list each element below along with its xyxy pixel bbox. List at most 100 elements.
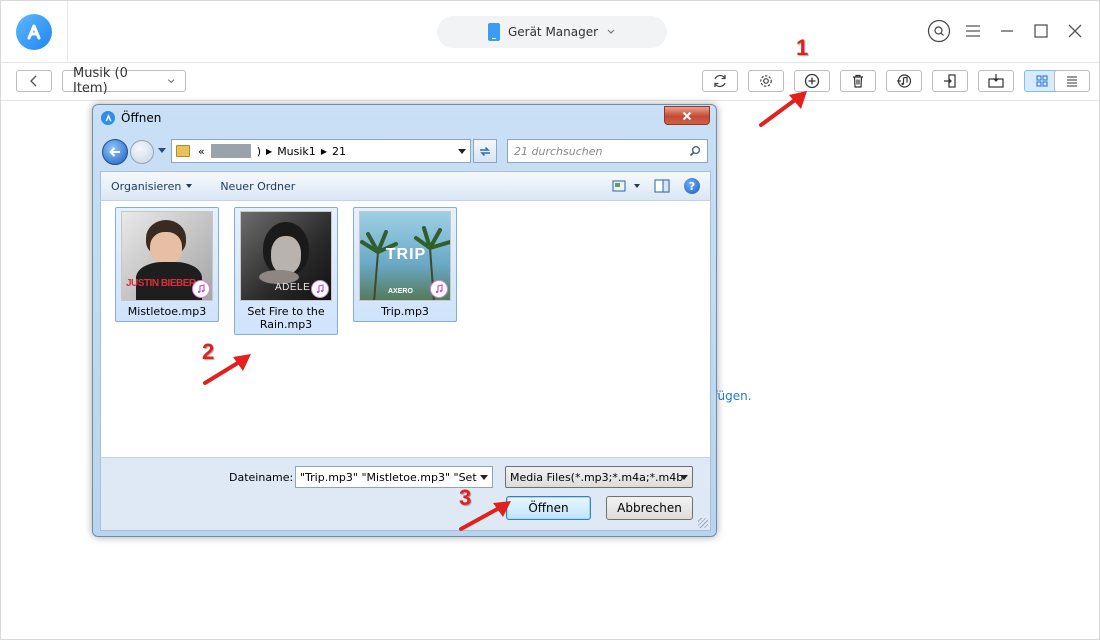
music-note-icon: [430, 280, 448, 298]
download-to-computer-icon: [988, 74, 1004, 88]
file-item-trip[interactable]: TRIP AXERO Trip.mp3: [353, 207, 457, 322]
organize-label: Organisieren: [111, 179, 182, 193]
folder-icon: [176, 145, 190, 157]
recent-locations-dropdown[interactable]: [158, 148, 166, 153]
close-icon: [1068, 24, 1082, 38]
close-window-button[interactable]: [1063, 19, 1087, 43]
open-button[interactable]: Öffnen: [506, 496, 591, 520]
trash-icon: [853, 74, 863, 88]
caret-down-icon: [186, 184, 193, 188]
close-icon: [682, 111, 692, 120]
music-note-circle-icon: [897, 74, 912, 88]
preview-pane-icon[interactable]: [654, 179, 670, 193]
anytrans-logo-icon: [16, 14, 52, 50]
maximize-button[interactable]: [1029, 19, 1053, 43]
search-placeholder: 21 durchsuchen: [514, 144, 603, 158]
album-art-thumbnail: TRIP AXERO: [359, 211, 451, 301]
address-refresh-button[interactable]: [473, 139, 497, 163]
search-icon: [689, 145, 701, 157]
phone-icon: [487, 23, 500, 41]
breadcrumb-separator-icon[interactable]: ▶: [321, 147, 327, 156]
organize-menu[interactable]: Organisieren: [101, 180, 206, 193]
chevron-down-icon: [607, 29, 615, 34]
music-note-icon: [311, 280, 329, 298]
window-controls: [927, 19, 1087, 43]
new-folder-label: Neuer Ordner: [220, 179, 296, 193]
new-folder-button[interactable]: Neuer Ordner: [206, 180, 309, 193]
address-overflow[interactable]: «: [198, 145, 205, 158]
help-icon[interactable]: ?: [684, 178, 700, 194]
nav-back-button[interactable]: [102, 139, 128, 165]
filename-value: "Trip.mp3" "Mistletoe.mp3" "Set: [300, 471, 477, 484]
anytrans-logo-icon: [101, 111, 115, 125]
back-button[interactable]: [16, 70, 52, 92]
file-type-filter[interactable]: Media Files(*.mp3;*.m4a;*.m4b: [505, 466, 693, 488]
file-type-value: Media Files(*.mp3;*.m4a;*.m4b: [510, 471, 684, 484]
redacted-path: [210, 144, 251, 158]
category-selector[interactable]: Musik (0 Item): [62, 66, 186, 96]
command-bar-right: ?: [612, 178, 710, 194]
dialog-footer: Dateiname: "Trip.mp3" "Mistletoe.mp3" "S…: [100, 457, 711, 531]
device-manager-selector[interactable]: Gerät Manager: [437, 16, 667, 48]
open-file-dialog: Öffnen « ) ▶ Musik1 ▶ 21 21 durchsuchen …: [92, 104, 717, 537]
import-to-device-button[interactable]: [932, 70, 968, 92]
address-dropdown[interactable]: [458, 148, 466, 154]
album-art-text: JUSTIN BIEBER: [126, 278, 196, 289]
import-icon: [944, 74, 956, 88]
file-type-dropdown[interactable]: [680, 475, 688, 480]
refresh-button[interactable]: [702, 70, 738, 92]
ringtone-button[interactable]: [886, 70, 922, 92]
chevron-down-icon: [167, 78, 174, 83]
filename-dropdown[interactable]: [480, 475, 488, 480]
dialog-close-button[interactable]: [664, 106, 710, 125]
list-view-icon: [1067, 76, 1077, 87]
device-selector-label: Gerät Manager: [507, 25, 599, 39]
change-view-button[interactable]: [612, 180, 640, 192]
file-item-set-fire-to-the-rain[interactable]: ADELE Set Fire to the Rain.mp3: [234, 207, 338, 335]
breadcrumb-musik1[interactable]: Musik1: [277, 145, 316, 158]
delete-button[interactable]: [840, 70, 876, 92]
grid-view-icon: [1036, 75, 1048, 87]
dialog-title-bar: Öffnen: [101, 111, 161, 125]
cancel-button[interactable]: Abbrechen: [606, 496, 693, 520]
breadcrumb-separator-icon[interactable]: ▶: [266, 147, 272, 156]
breadcrumb-21[interactable]: 21: [332, 145, 346, 158]
album-art-text: TRIP: [385, 246, 427, 263]
menu-button[interactable]: [961, 19, 985, 43]
file-name: Trip.mp3: [381, 305, 429, 318]
hamburger-menu-icon: [966, 25, 980, 37]
filename-label: Dateiname:: [229, 471, 294, 484]
app-logo: [1, 1, 68, 63]
folder-search-input[interactable]: 21 durchsuchen: [507, 139, 708, 163]
navigation-bar: « ) ▶ Musik1 ▶ 21 21 durchsuchen: [100, 136, 711, 166]
arrow-right-icon: [138, 147, 148, 157]
minimize-icon: [1001, 30, 1013, 32]
search-button[interactable]: [927, 19, 951, 43]
album-art-subtext: AXERO: [388, 288, 413, 295]
nav-forward-button[interactable]: [130, 140, 154, 164]
address-bar[interactable]: « ) ▶ Musik1 ▶ 21: [171, 139, 471, 163]
refresh-arrows-icon: [480, 146, 490, 157]
address-paren: ): [256, 144, 262, 158]
list-view-button[interactable]: [1054, 70, 1090, 92]
step-number-1: 1: [796, 35, 809, 60]
album-art-thumbnail: ADELE: [240, 211, 332, 301]
file-name: Set Fire to the Rain.mp3: [247, 305, 325, 331]
dialog-title: Öffnen: [121, 111, 162, 125]
view-thumbnail-icon: [612, 180, 626, 192]
search-icon: [927, 19, 951, 43]
music-note-icon: [192, 280, 210, 298]
annotation-arrow-icon: [459, 501, 511, 531]
file-name: Mistletoe.mp3: [127, 305, 207, 318]
album-art-text: ADELE: [275, 282, 311, 293]
command-bar: Organisieren Neuer Ordner ?: [100, 171, 711, 201]
resize-grip[interactable]: [698, 518, 708, 528]
toolbar: Musik (0 Item): [1, 63, 1099, 101]
category-label: Musik (0 Item): [73, 66, 128, 96]
export-to-pc-button[interactable]: [978, 70, 1014, 92]
minimize-button[interactable]: [995, 19, 1019, 43]
maximize-icon: [1034, 24, 1048, 38]
file-item-mistletoe[interactable]: JUSTIN BIEBER Mistletoe.mp3: [115, 207, 219, 322]
album-art-thumbnail: JUSTIN BIEBER: [121, 211, 213, 301]
app-window: Gerät Manager Musik (0 Item) ıfügen. Öff…: [0, 0, 1100, 640]
